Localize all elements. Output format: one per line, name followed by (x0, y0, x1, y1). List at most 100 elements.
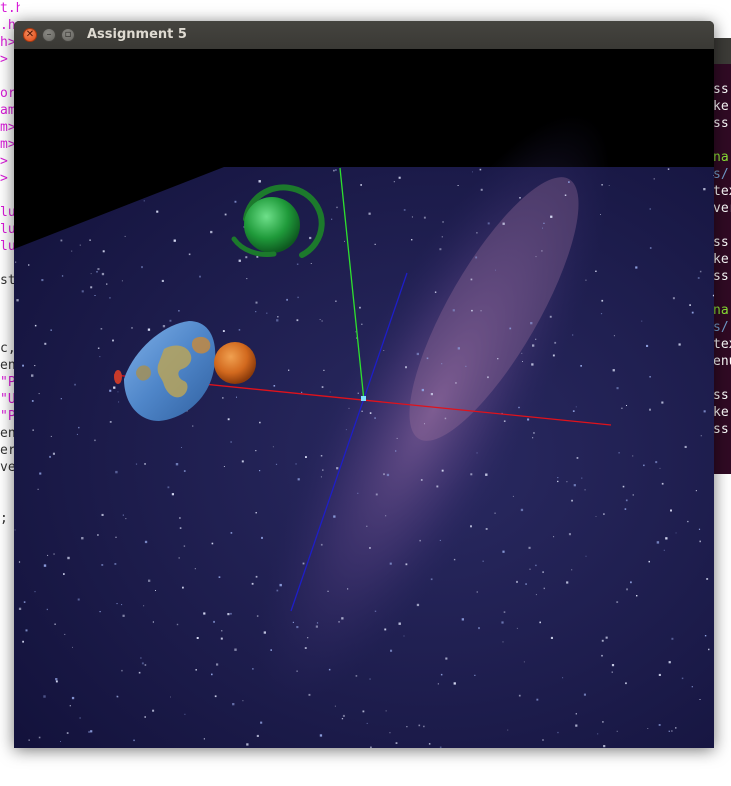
close-button[interactable]: ✕ (23, 28, 37, 42)
star (238, 329, 241, 331)
star (77, 598, 80, 601)
minimize-button[interactable]: – (42, 28, 56, 42)
star (255, 512, 257, 514)
star (564, 194, 567, 196)
maximize-button[interactable]: ▫ (61, 28, 75, 42)
star (641, 320, 643, 322)
star (622, 485, 625, 488)
star (389, 562, 392, 565)
star (385, 515, 387, 517)
star (522, 361, 523, 362)
star (196, 637, 199, 639)
star (144, 463, 146, 465)
star (50, 435, 52, 437)
star (687, 520, 689, 523)
star (64, 633, 66, 635)
star (390, 649, 393, 652)
terminal-titlebar[interactable] (712, 38, 731, 64)
star (179, 527, 182, 529)
code-line: t.h> (0, 1, 20, 16)
star (457, 185, 459, 186)
star (183, 470, 186, 472)
star (167, 486, 170, 489)
star (580, 365, 582, 367)
star (118, 401, 120, 403)
star (53, 553, 55, 555)
star (600, 214, 601, 215)
terminal-line: ke (713, 252, 729, 267)
star (478, 627, 480, 630)
star (34, 365, 36, 367)
star (55, 680, 58, 683)
star (90, 286, 93, 289)
star (143, 605, 145, 607)
star (16, 299, 19, 302)
scene-canvas[interactable] (14, 49, 714, 748)
star (611, 671, 613, 673)
star (255, 301, 258, 304)
star (78, 426, 80, 429)
star (224, 213, 227, 216)
star (572, 410, 575, 412)
star (94, 295, 96, 296)
star (259, 470, 261, 472)
star (566, 581, 569, 584)
star (121, 604, 123, 606)
star (60, 398, 62, 400)
star (566, 481, 568, 483)
star (668, 730, 670, 732)
star (308, 693, 311, 696)
star (575, 406, 577, 408)
star (255, 450, 257, 452)
star (708, 648, 710, 651)
star (63, 573, 65, 575)
star (476, 232, 478, 234)
star (575, 724, 578, 727)
terminal-line: ss (713, 269, 729, 284)
star (79, 717, 81, 719)
star (135, 463, 138, 465)
star (535, 338, 537, 340)
star (480, 188, 483, 191)
star (550, 636, 553, 639)
star (485, 528, 488, 530)
star (99, 356, 101, 358)
star (236, 396, 237, 398)
window-titlebar[interactable]: ✕ – ▫ Assignment 5 (14, 21, 714, 49)
star (327, 590, 329, 592)
star (273, 385, 276, 387)
star (66, 732, 69, 734)
star (90, 730, 93, 733)
star (97, 268, 100, 271)
star (626, 405, 627, 406)
star (74, 383, 76, 386)
origin-marker (361, 396, 366, 401)
star (230, 532, 233, 534)
star (117, 391, 119, 393)
star (423, 725, 425, 728)
star (124, 235, 126, 237)
star (532, 344, 535, 347)
star (345, 429, 347, 431)
star (675, 727, 677, 729)
star (44, 342, 47, 345)
star (626, 588, 628, 591)
star (396, 437, 398, 439)
star (698, 528, 701, 530)
star (22, 640, 24, 643)
star (101, 513, 104, 516)
star (661, 482, 664, 485)
star (328, 668, 331, 671)
opengl-viewport[interactable] (14, 49, 714, 748)
star (474, 674, 476, 676)
star (571, 499, 573, 502)
terminal-line: ss (713, 235, 729, 250)
star (406, 726, 408, 728)
star (178, 557, 180, 559)
app-window: ✕ – ▫ Assignment 5 (14, 21, 714, 748)
star (713, 175, 714, 176)
star (331, 218, 333, 220)
star (684, 445, 687, 448)
terminal-line: ver (713, 201, 731, 216)
star (602, 721, 604, 723)
